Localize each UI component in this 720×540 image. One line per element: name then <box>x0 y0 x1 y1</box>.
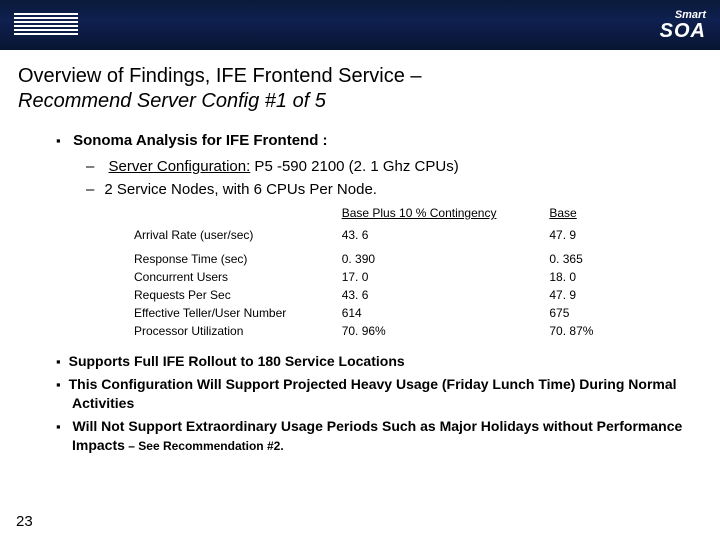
bullet-extraordinary: Will Not Support Extraordinary Usage Per… <box>56 417 702 455</box>
nodes-line: 2 Service Nodes, with 6 CPUs Per Node. <box>86 181 702 198</box>
metrics-body: Arrival Rate (user/sec) 43. 6 47. 9 Resp… <box>126 226 666 340</box>
metric-label: Concurrent Users <box>126 268 334 286</box>
analysis-list: Sonoma Analysis for IFE Frontend : Serve… <box>56 132 702 198</box>
table-row: Requests Per Sec 43. 6 47. 9 <box>126 286 666 304</box>
table-row: Processor Utilization 70. 96% 70. 87% <box>126 322 666 340</box>
server-config-line: Server Configuration: P5 -590 2100 (2. 1… <box>86 158 702 175</box>
page-number: 23 <box>16 513 33 530</box>
analysis-heading: Sonoma Analysis for IFE Frontend <box>73 132 318 149</box>
table-row: Arrival Rate (user/sec) 43. 6 47. 9 <box>126 226 666 244</box>
table-row: Concurrent Users 17. 0 18. 0 <box>126 268 666 286</box>
col-blank <box>126 204 334 226</box>
server-config-label: Server Configuration: <box>109 158 251 175</box>
bullet-rollout: Supports Full IFE Rollout to 180 Service… <box>56 352 702 371</box>
metric-base: 675 <box>541 304 666 322</box>
analysis-sublist: Server Configuration: P5 -590 2100 (2. 1… <box>86 158 702 198</box>
slide-header: Smart SOA <box>0 0 720 50</box>
metric-base: 0. 365 <box>541 250 666 268</box>
metric-plus: 17. 0 <box>334 268 542 286</box>
metric-base: 47. 9 <box>541 226 666 244</box>
summary-bullets: Supports Full IFE Rollout to 180 Service… <box>56 352 702 454</box>
metric-plus: 43. 6 <box>334 226 542 244</box>
bullet-see-rec: – See Recommendation #2. <box>125 439 284 453</box>
col-base: Base <box>541 204 666 226</box>
bullet-heavy-usage: This Configuration Will Support Projecte… <box>56 375 702 413</box>
slide-title: Overview of Findings, IFE Frontend Servi… <box>18 64 702 114</box>
metric-label: Arrival Rate (user/sec) <box>126 226 334 244</box>
ibm-logo <box>14 13 78 37</box>
server-config-value: P5 -590 2100 (2. 1 Ghz CPUs) <box>250 158 458 175</box>
metric-plus: 70. 96% <box>334 322 542 340</box>
metric-base: 18. 0 <box>541 268 666 286</box>
title-line-1: Overview of Findings, IFE Frontend Servi… <box>18 65 422 87</box>
title-line-2: Recommend Server Config #1 of 5 <box>18 90 326 112</box>
table-row: Effective Teller/User Number 614 675 <box>126 304 666 322</box>
metric-base: 70. 87% <box>541 322 666 340</box>
metrics-table: Base Plus 10 % Contingency Base Arrival … <box>126 204 666 340</box>
table-row: Response Time (sec) 0. 390 0. 365 <box>126 250 666 268</box>
metric-label: Response Time (sec) <box>126 250 334 268</box>
metric-label: Requests Per Sec <box>126 286 334 304</box>
slide-body: Overview of Findings, IFE Frontend Servi… <box>0 50 720 540</box>
analysis-heading-item: Sonoma Analysis for IFE Frontend : Serve… <box>56 132 702 198</box>
metric-plus: 43. 6 <box>334 286 542 304</box>
metric-base: 47. 9 <box>541 286 666 304</box>
metric-plus: 614 <box>334 304 542 322</box>
metric-label: Effective Teller/User Number <box>126 304 334 322</box>
smart-soa-badge: Smart SOA <box>660 10 706 41</box>
badge-big: SOA <box>660 20 706 42</box>
metric-label: Processor Utilization <box>126 322 334 340</box>
metric-plus: 0. 390 <box>334 250 542 268</box>
col-plus-contingency: Base Plus 10 % Contingency <box>334 204 542 226</box>
